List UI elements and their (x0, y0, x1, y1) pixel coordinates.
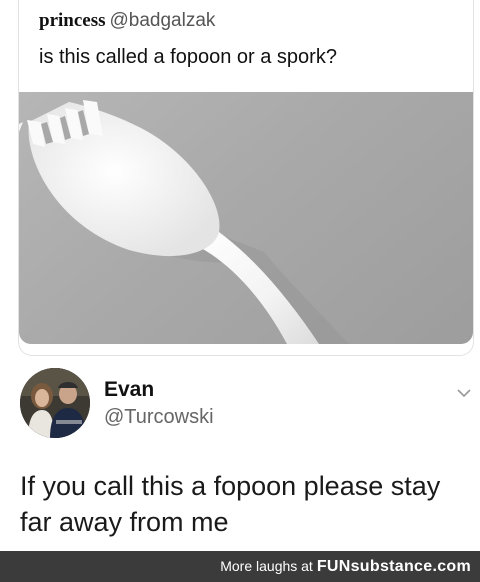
author-name[interactable]: Evan (104, 378, 154, 402)
quoted-tweet-card[interactable]: princess @badgalzak is this called a fopo… (18, 0, 474, 356)
footer-label: More laughs at (220, 558, 313, 574)
avatar[interactable] (20, 368, 90, 438)
author-name[interactable]: princess (39, 10, 106, 31)
footer-bar: More laughs at FUNsubstance.com (0, 551, 480, 582)
author-handle[interactable]: @badgalzak (110, 10, 216, 31)
tweet-text: If you call this a fopoon please stay fa… (20, 471, 441, 537)
footer-credit: More laughs at FUNsubstance.com (220, 558, 471, 576)
profile-photo (20, 368, 90, 438)
tweet-photo[interactable] (19, 92, 473, 344)
chevron-down-icon[interactable] (456, 386, 472, 398)
tweet-header: princess @badgalzak (39, 10, 215, 32)
spork-photo (19, 100, 349, 344)
site-brand-link[interactable]: FUNsubstance.com (317, 558, 471, 575)
author-handle[interactable]: @Turcowski (104, 406, 214, 429)
tweet-text: is this called a fopoon or a spork? (39, 46, 337, 68)
